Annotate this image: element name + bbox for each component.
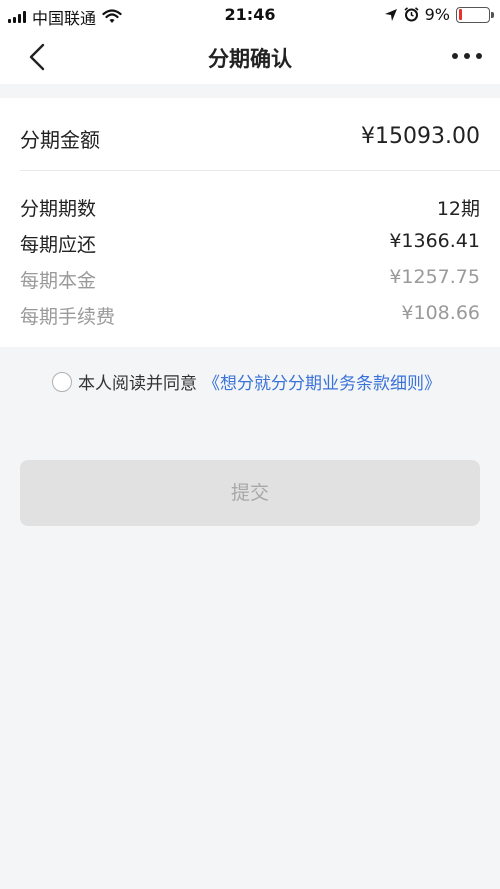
location-icon [384, 8, 397, 21]
amount-row: 分期金额 ¥15093.00 [20, 124, 480, 153]
agreement-prefix: 本人阅读并同意 [78, 374, 197, 394]
divider [20, 170, 500, 171]
detail-row-periods: 分期期数 12期 [20, 194, 480, 221]
status-right: 9% [384, 5, 494, 24]
agreement-terms-link[interactable]: 《想分就分分期业务条款细则》 [203, 369, 441, 394]
detail-label: 每期应还 [20, 234, 97, 256]
detail-row-principal: 每期本金 ¥1257.75 [20, 266, 480, 293]
alarm-icon [404, 7, 419, 22]
amount-label: 分期金额 [20, 128, 100, 152]
detail-label: 每期本金 [20, 270, 97, 292]
detail-label: 每期手续费 [20, 306, 116, 328]
detail-value: 12期 [436, 198, 480, 220]
battery-fill [458, 9, 462, 20]
more-dots-icon[interactable] [452, 53, 482, 59]
battery-percent: 9% [424, 5, 450, 24]
detail-value: ¥1366.41 [389, 230, 480, 252]
amount-value: ¥15093.00 [361, 124, 480, 149]
installment-summary-card: 分期金额 ¥15093.00 分期期数 12期 每期应还 ¥1366.41 每期… [0, 98, 500, 347]
nav-bar: 分期确认 [0, 30, 500, 84]
battery-icon [456, 6, 494, 23]
detail-row-fee: 每期手续费 ¥108.66 [20, 302, 480, 329]
status-bar: 中国联通 21:46 9% [0, 0, 500, 30]
page-title: 分期确认 [208, 47, 292, 71]
detail-value: ¥1257.75 [389, 266, 480, 288]
submit-button[interactable]: 提交 [20, 460, 480, 526]
detail-value: ¥108.66 [401, 302, 480, 324]
agreement-row: 本人阅读并同意 《想分就分分期业务条款细则》 [52, 369, 441, 394]
agree-radio[interactable] [52, 371, 72, 392]
detail-label: 分期期数 [20, 198, 97, 220]
detail-row-payment: 每期应还 ¥1366.41 [20, 230, 480, 257]
